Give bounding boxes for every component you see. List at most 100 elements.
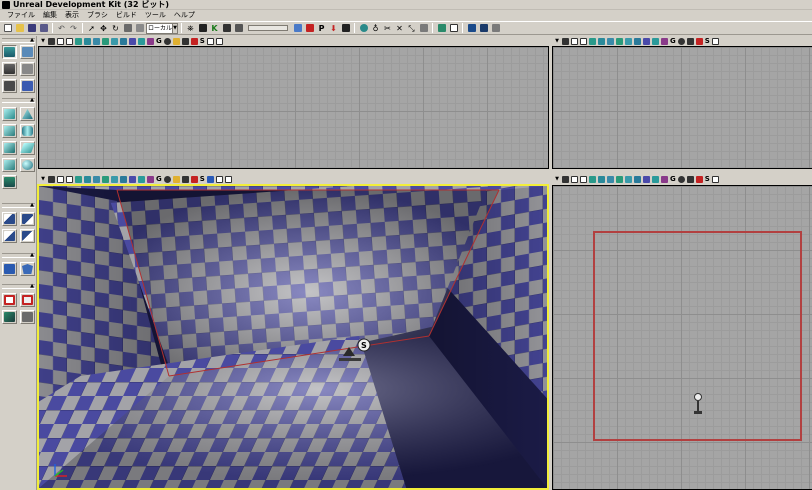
- streaming-toggle[interactable]: S: [200, 37, 205, 46]
- lighting-only-icon[interactable]: [111, 37, 118, 45]
- actor-icon[interactable]: [686, 37, 694, 45]
- lightmap-density-icon[interactable]: [661, 37, 668, 45]
- show-selected-button[interactable]: [2, 293, 17, 307]
- maximize-icon[interactable]: [215, 37, 223, 45]
- matinee-button[interactable]: [221, 23, 232, 34]
- coordinate-system-select[interactable]: ローカル ▼: [146, 22, 178, 34]
- build-all-button[interactable]: [340, 23, 351, 34]
- show-all-button[interactable]: [20, 310, 35, 324]
- add-special-button[interactable]: [20, 262, 35, 276]
- top-view-icon[interactable]: [66, 175, 73, 183]
- save-button[interactable]: [26, 23, 37, 34]
- linear-stair-button[interactable]: [2, 141, 17, 155]
- texture-density-icon[interactable]: [643, 175, 650, 183]
- shader-complexity-icon[interactable]: [138, 37, 145, 45]
- collapse-arrow-icon[interactable]: ▲: [30, 38, 34, 43]
- light-complexity-icon[interactable]: [120, 37, 127, 45]
- sheet-brush-button[interactable]: [20, 141, 35, 155]
- maximize-icon[interactable]: [711, 175, 719, 183]
- eye-icon[interactable]: [677, 175, 685, 183]
- mesh-paint-button[interactable]: [20, 79, 35, 93]
- realtime-icon[interactable]: [48, 175, 55, 183]
- eye-icon[interactable]: [677, 37, 685, 45]
- red-build-button[interactable]: [304, 23, 315, 34]
- select-mode-button[interactable]: ➚: [86, 23, 97, 34]
- new-map-button[interactable]: [2, 23, 13, 34]
- camera-speed-icon[interactable]: [215, 175, 223, 183]
- unlit-icon[interactable]: [598, 37, 605, 45]
- top-view-icon[interactable]: [580, 37, 587, 45]
- transform-button[interactable]: ✕: [394, 23, 405, 34]
- content-browser-button[interactable]: [197, 23, 208, 34]
- eye-icon[interactable]: [163, 175, 171, 183]
- realtime-icon[interactable]: [562, 37, 569, 45]
- drag-grid-slider[interactable]: [248, 25, 288, 31]
- save-all-button[interactable]: [38, 23, 49, 34]
- top-view-icon[interactable]: [66, 37, 73, 45]
- translate-mode-button[interactable]: ✥: [98, 23, 109, 34]
- cone-brush-button[interactable]: [20, 107, 35, 121]
- volume-brush-button[interactable]: [2, 175, 17, 189]
- record-icon[interactable]: [190, 37, 198, 45]
- actor-icon[interactable]: [181, 175, 189, 183]
- remote-button[interactable]: [490, 23, 501, 34]
- viewport-menu-arrow-icon[interactable]: ▼: [40, 176, 46, 183]
- undo-button[interactable]: ↶: [56, 23, 67, 34]
- collapse-arrow-icon[interactable]: ▲: [30, 98, 34, 103]
- unlit-icon[interactable]: [84, 37, 91, 45]
- wireframe-icon[interactable]: [607, 37, 614, 45]
- csg-intersect-button[interactable]: [2, 229, 17, 243]
- perspective-icon[interactable]: [57, 37, 64, 45]
- open-map-button[interactable]: [14, 23, 25, 34]
- streaming-toggle[interactable]: S: [705, 37, 710, 46]
- shader-complexity-icon[interactable]: [138, 175, 145, 183]
- collapse-arrow-icon[interactable]: ▲: [30, 284, 34, 289]
- player-start-icon[interactable]: [692, 393, 704, 417]
- shader-complexity-icon[interactable]: [652, 175, 659, 183]
- csg-deintersect-button[interactable]: [20, 229, 35, 243]
- menu-view[interactable]: 表示: [61, 10, 83, 21]
- actor-icon[interactable]: [686, 175, 694, 183]
- move-actor-button[interactable]: [20, 62, 35, 76]
- camera-mode-button[interactable]: [2, 45, 17, 59]
- camera-speed-icon[interactable]: [206, 37, 214, 45]
- perspective-icon[interactable]: [571, 175, 578, 183]
- ps-button[interactable]: [466, 23, 477, 34]
- scale-mode-button[interactable]: [122, 23, 133, 34]
- unlit-icon[interactable]: [84, 175, 91, 183]
- cube-brush-button[interactable]: [2, 107, 17, 121]
- viewport-menu-arrow-icon[interactable]: ▼: [554, 38, 560, 45]
- realtime-preview-icon[interactable]: [206, 175, 214, 183]
- record-icon[interactable]: [190, 175, 198, 183]
- realtime-icon[interactable]: [48, 37, 55, 45]
- game-view-toggle[interactable]: G: [156, 37, 162, 46]
- brush-wire-icon[interactable]: [616, 37, 623, 45]
- cut-button[interactable]: ✂: [382, 23, 393, 34]
- lighting-only-icon[interactable]: [625, 175, 632, 183]
- build-geometry-button[interactable]: ⬇: [328, 23, 339, 34]
- shader-complexity-icon[interactable]: [652, 37, 659, 45]
- csg-add-button[interactable]: [2, 212, 17, 226]
- menu-tools[interactable]: ツール: [141, 10, 170, 21]
- rotate-mode-button[interactable]: ↻: [110, 23, 121, 34]
- terrain-mode-button[interactable]: [2, 62, 17, 76]
- texture-density-icon[interactable]: [643, 37, 650, 45]
- wireframe-icon[interactable]: [607, 175, 614, 183]
- texture-density-icon[interactable]: [129, 37, 136, 45]
- game-view-toggle[interactable]: G: [670, 175, 676, 184]
- screenshot-button[interactable]: [233, 23, 244, 34]
- xbox-button[interactable]: [478, 23, 489, 34]
- lighting-only-icon[interactable]: [625, 37, 632, 45]
- path-build-button[interactable]: P: [316, 23, 327, 34]
- lighting-only-icon[interactable]: [111, 175, 118, 183]
- lit-icon[interactable]: [75, 175, 82, 183]
- lit-icon[interactable]: [589, 37, 596, 45]
- unlit-icon[interactable]: [598, 175, 605, 183]
- side-orthographic-viewport[interactable]: [552, 185, 812, 490]
- lightmap-density-icon[interactable]: [147, 37, 154, 45]
- front-orthographic-viewport[interactable]: [552, 46, 812, 169]
- wireframe-icon[interactable]: [93, 37, 100, 45]
- spiral-stair-button[interactable]: [2, 158, 17, 172]
- maximize-icon[interactable]: [711, 37, 719, 45]
- lighting-button[interactable]: ♁: [370, 23, 381, 34]
